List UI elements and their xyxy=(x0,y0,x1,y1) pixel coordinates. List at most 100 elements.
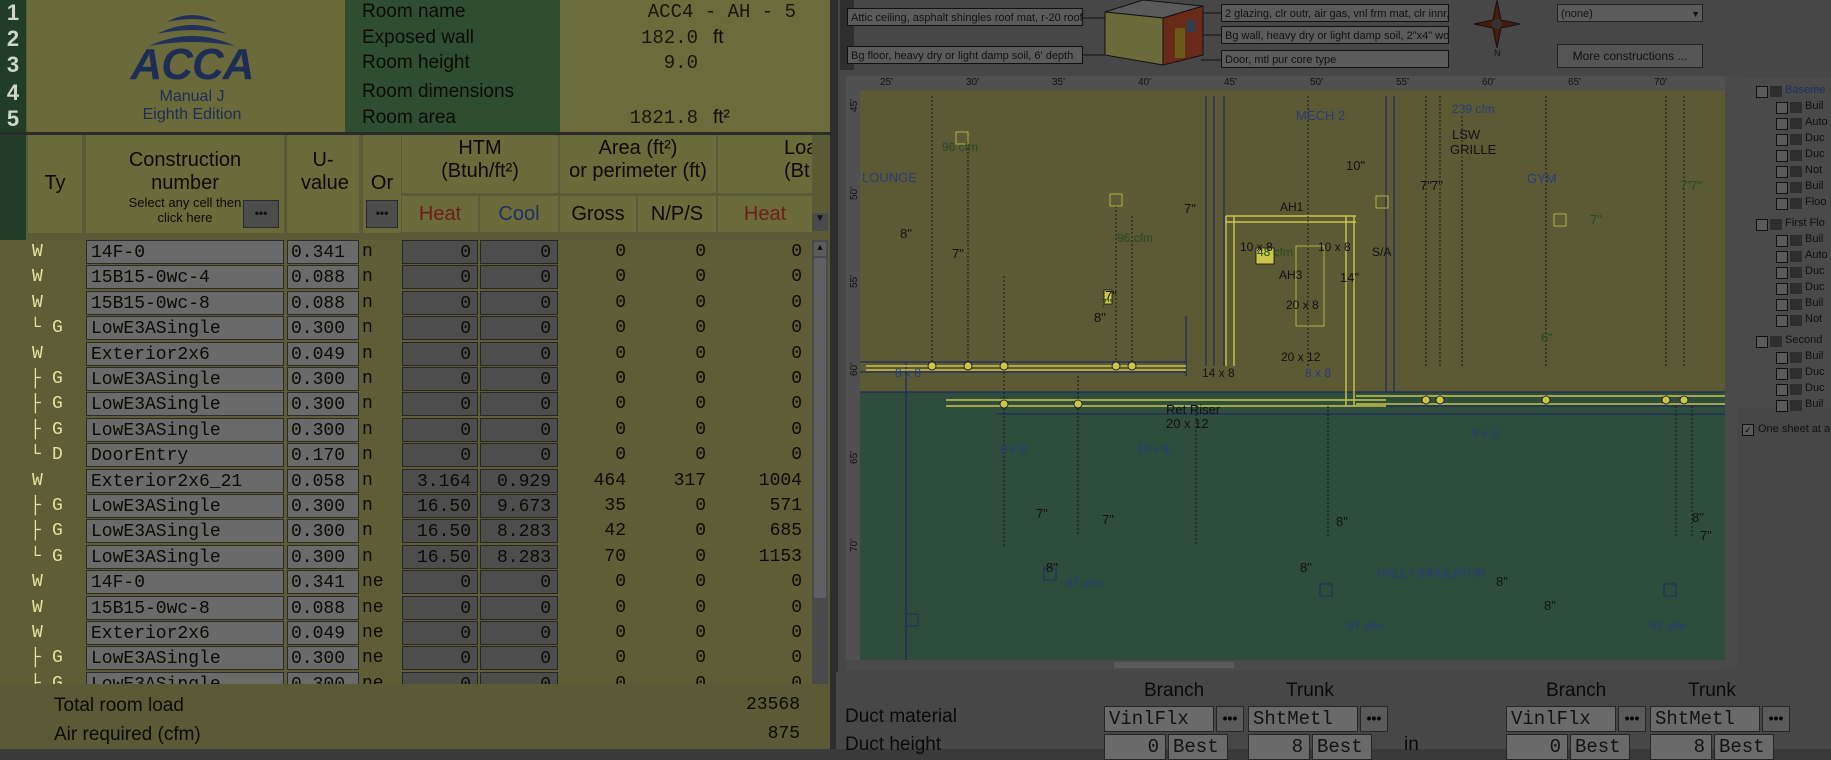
tree-checkbox[interactable] xyxy=(1776,235,1788,247)
tree-checkbox[interactable] xyxy=(1776,134,1788,146)
orientation-cell[interactable]: ne xyxy=(362,570,400,594)
tree-checkbox[interactable] xyxy=(1776,182,1788,194)
table-row[interactable]: W 15B15-0wc-8 0.088 ne 0 0 0 0 0 xyxy=(0,595,812,621)
construction-cell[interactable]: LowE3ASingle xyxy=(86,544,284,569)
orientation-cell[interactable]: ne xyxy=(362,646,400,670)
orientation-cell[interactable]: n xyxy=(362,418,400,442)
plan-label[interactable]: 96 cfm xyxy=(1117,231,1153,245)
trunk-height-field-2[interactable]: 8 xyxy=(1650,734,1712,760)
construction-cell[interactable]: 14F-0 xyxy=(86,240,284,264)
tree-item-label[interactable]: Duc xyxy=(1805,281,1825,293)
plan-label[interactable]: 14 x 8 xyxy=(1202,366,1235,380)
uvalue-cell[interactable]: 0.341 xyxy=(287,570,359,595)
tree-item-label[interactable]: Not xyxy=(1805,164,1822,176)
construction-cell[interactable]: LowE3ASingle xyxy=(86,417,284,442)
uvalue-cell[interactable]: 0.088 xyxy=(287,265,359,290)
construction-cell[interactable]: 15B15-0wc-8 xyxy=(86,595,284,620)
construction-cell[interactable]: Exterior2x6_21 xyxy=(86,468,284,493)
plan-label[interactable]: LSW xyxy=(1452,127,1480,142)
table-row[interactable]: W 14F-0 0.341 n 0 0 0 0 0 xyxy=(0,240,812,265)
tree-item-label[interactable]: Second xyxy=(1785,334,1822,346)
one-sheet-checkbox[interactable]: ✓ xyxy=(1742,424,1754,436)
roof-construction-field[interactable]: Attic ceiling, asphalt shingles roof mat… xyxy=(847,8,1083,26)
orientation-cell[interactable]: n xyxy=(362,240,400,264)
wall-construction-field[interactable]: Bg wall, heavy dry or light damp soil, 2… xyxy=(1221,26,1449,44)
uvalue-cell[interactable]: 0.170 xyxy=(287,443,359,468)
door-construction-field[interactable]: Door, mtl pur core type xyxy=(1221,50,1449,68)
table-row[interactable]: ├ G LowE3ASingle 0.300 n 16.50 9.673 35 0 571 xyxy=(0,494,812,519)
tree-checkbox[interactable] xyxy=(1776,166,1788,178)
orientation-cell[interactable]: n xyxy=(362,443,400,467)
tree-item-label[interactable]: Duc xyxy=(1805,265,1825,277)
branch-height-mode-2[interactable]: Best xyxy=(1570,734,1630,760)
tree-checkbox[interactable] xyxy=(1776,198,1788,210)
tree-item-label[interactable]: Duc xyxy=(1805,132,1825,144)
more-constructions-button[interactable]: More constructions ... xyxy=(1557,44,1703,68)
tree-checkbox[interactable] xyxy=(1776,267,1788,279)
table-row[interactable]: W Exterior2x6 0.049 n 0 0 0 0 0 xyxy=(0,341,812,367)
branch-material-field-2[interactable]: VinlFlx xyxy=(1506,706,1616,732)
orientation-cell[interactable]: ne xyxy=(362,621,400,645)
construction-dropdown[interactable]: (none) ▼ xyxy=(1557,4,1703,22)
branch-material-field[interactable]: VinlFlx xyxy=(1104,706,1214,732)
table-row[interactable]: ├GLowE3ASingle0.300ne00000 xyxy=(0,671,812,684)
uvalue-cell[interactable]: 0.049 xyxy=(287,341,359,366)
plan-label[interactable]: 20 x 8 xyxy=(1286,298,1319,312)
branch-height-field[interactable]: 0 xyxy=(1104,734,1166,760)
construction-cell[interactable]: LowE3ASingle xyxy=(86,494,284,518)
uvalue-cell[interactable]: 0.341 xyxy=(287,240,359,264)
tree-item-label[interactable]: First Flo xyxy=(1785,217,1825,229)
construction-cell[interactable]: Exterior2x6 xyxy=(86,621,284,645)
tree-item-label[interactable]: Not xyxy=(1805,313,1822,325)
tree-item-label[interactable]: Baseme xyxy=(1785,84,1825,96)
plan-label[interactable]: GYM xyxy=(1527,171,1557,186)
uvalue-cell[interactable]: 0.300 xyxy=(287,646,359,671)
orientation-cell[interactable]: ne xyxy=(362,596,400,620)
exposed-wall-field[interactable]: 182.0 xyxy=(580,27,698,49)
table-row[interactable]: W Exterior2x6_21 0.058 n 3.164 0.929 464 317 100… xyxy=(0,468,812,494)
panel-splitter[interactable] xyxy=(830,0,838,749)
branch-height-field-2[interactable]: 0 xyxy=(1506,734,1568,760)
plan-label[interactable]: 96 cfm xyxy=(942,140,978,154)
construction-cell[interactable]: LowE3ASingle xyxy=(86,671,284,684)
plan-label[interactable]: LOUNGE xyxy=(862,170,917,185)
construction-cell[interactable]: LowE3ASingle xyxy=(86,316,284,341)
uvalue-cell[interactable]: 0.049 xyxy=(287,621,359,645)
tree-item-label[interactable]: Buil xyxy=(1805,350,1823,362)
uvalue-cell[interactable]: 0.088 xyxy=(287,290,359,315)
table-row[interactable]: W 15B15-0wc-8 0.088 n 0 0 0 0 0 xyxy=(0,290,812,316)
plan-label[interactable]: 10 x 8 xyxy=(1318,240,1351,254)
floor-construction-field[interactable]: Bg floor, heavy dry or light damp soil, … xyxy=(847,46,1083,64)
uvalue-cell[interactable]: 0.300 xyxy=(287,544,359,569)
construction-cell[interactable]: LowE3ASingle xyxy=(86,392,284,417)
orientation-cell[interactable]: n xyxy=(362,291,400,315)
orientation-browse-button[interactable]: ••• xyxy=(366,200,398,228)
orientation-cell[interactable]: ne xyxy=(362,672,400,684)
tree-item-label[interactable]: Auto xyxy=(1805,249,1828,261)
trunk-height-mode-2[interactable]: Best xyxy=(1714,734,1774,760)
construction-cell[interactable]: 15B15-0wc-4 xyxy=(86,265,284,290)
table-row[interactable]: ├GLowE3ASingle0.300ne00000 xyxy=(0,646,812,671)
tree-checkbox[interactable] xyxy=(1776,283,1788,295)
plan-label[interactable]: MECH 2 xyxy=(1296,108,1345,123)
orientation-cell[interactable]: n xyxy=(362,342,400,366)
table-row[interactable]: └ D DoorEntry 0.170 n 0 0 0 0 0 xyxy=(0,443,812,468)
uvalue-cell[interactable]: 0.058 xyxy=(287,468,359,493)
room-name-field[interactable]: ACC4 - AH - 5 xyxy=(580,1,796,23)
table-row[interactable]: └ G LowE3ASingle 0.300 n 0 0 0 0 0 xyxy=(0,316,812,341)
construction-cell[interactable]: LowE3ASingle xyxy=(86,646,284,671)
table-scrollbar[interactable]: ▲ xyxy=(812,240,828,684)
glazing-construction-field[interactable]: 2 glazing, clr outr, air gas, vnl frm ma… xyxy=(1221,4,1449,22)
construction-cell[interactable]: DoorEntry xyxy=(86,443,284,468)
tree-checkbox[interactable] xyxy=(1756,336,1768,348)
tree-item-label[interactable]: Duc xyxy=(1805,382,1825,394)
tree-checkbox[interactable] xyxy=(1776,150,1788,162)
branch-material-button[interactable]: ••• xyxy=(1216,706,1244,732)
orientation-cell[interactable]: n xyxy=(362,469,400,493)
table-row[interactable]: W 14F-0 0.341 ne 0 0 0 0 0 xyxy=(0,570,812,595)
tree-checkbox[interactable] xyxy=(1756,86,1768,98)
orientation-cell[interactable]: n xyxy=(362,316,400,340)
plan-label[interactable]: 8 x 8 xyxy=(1472,426,1498,440)
tree-checkbox[interactable] xyxy=(1776,299,1788,311)
tree-checkbox[interactable] xyxy=(1756,219,1768,231)
